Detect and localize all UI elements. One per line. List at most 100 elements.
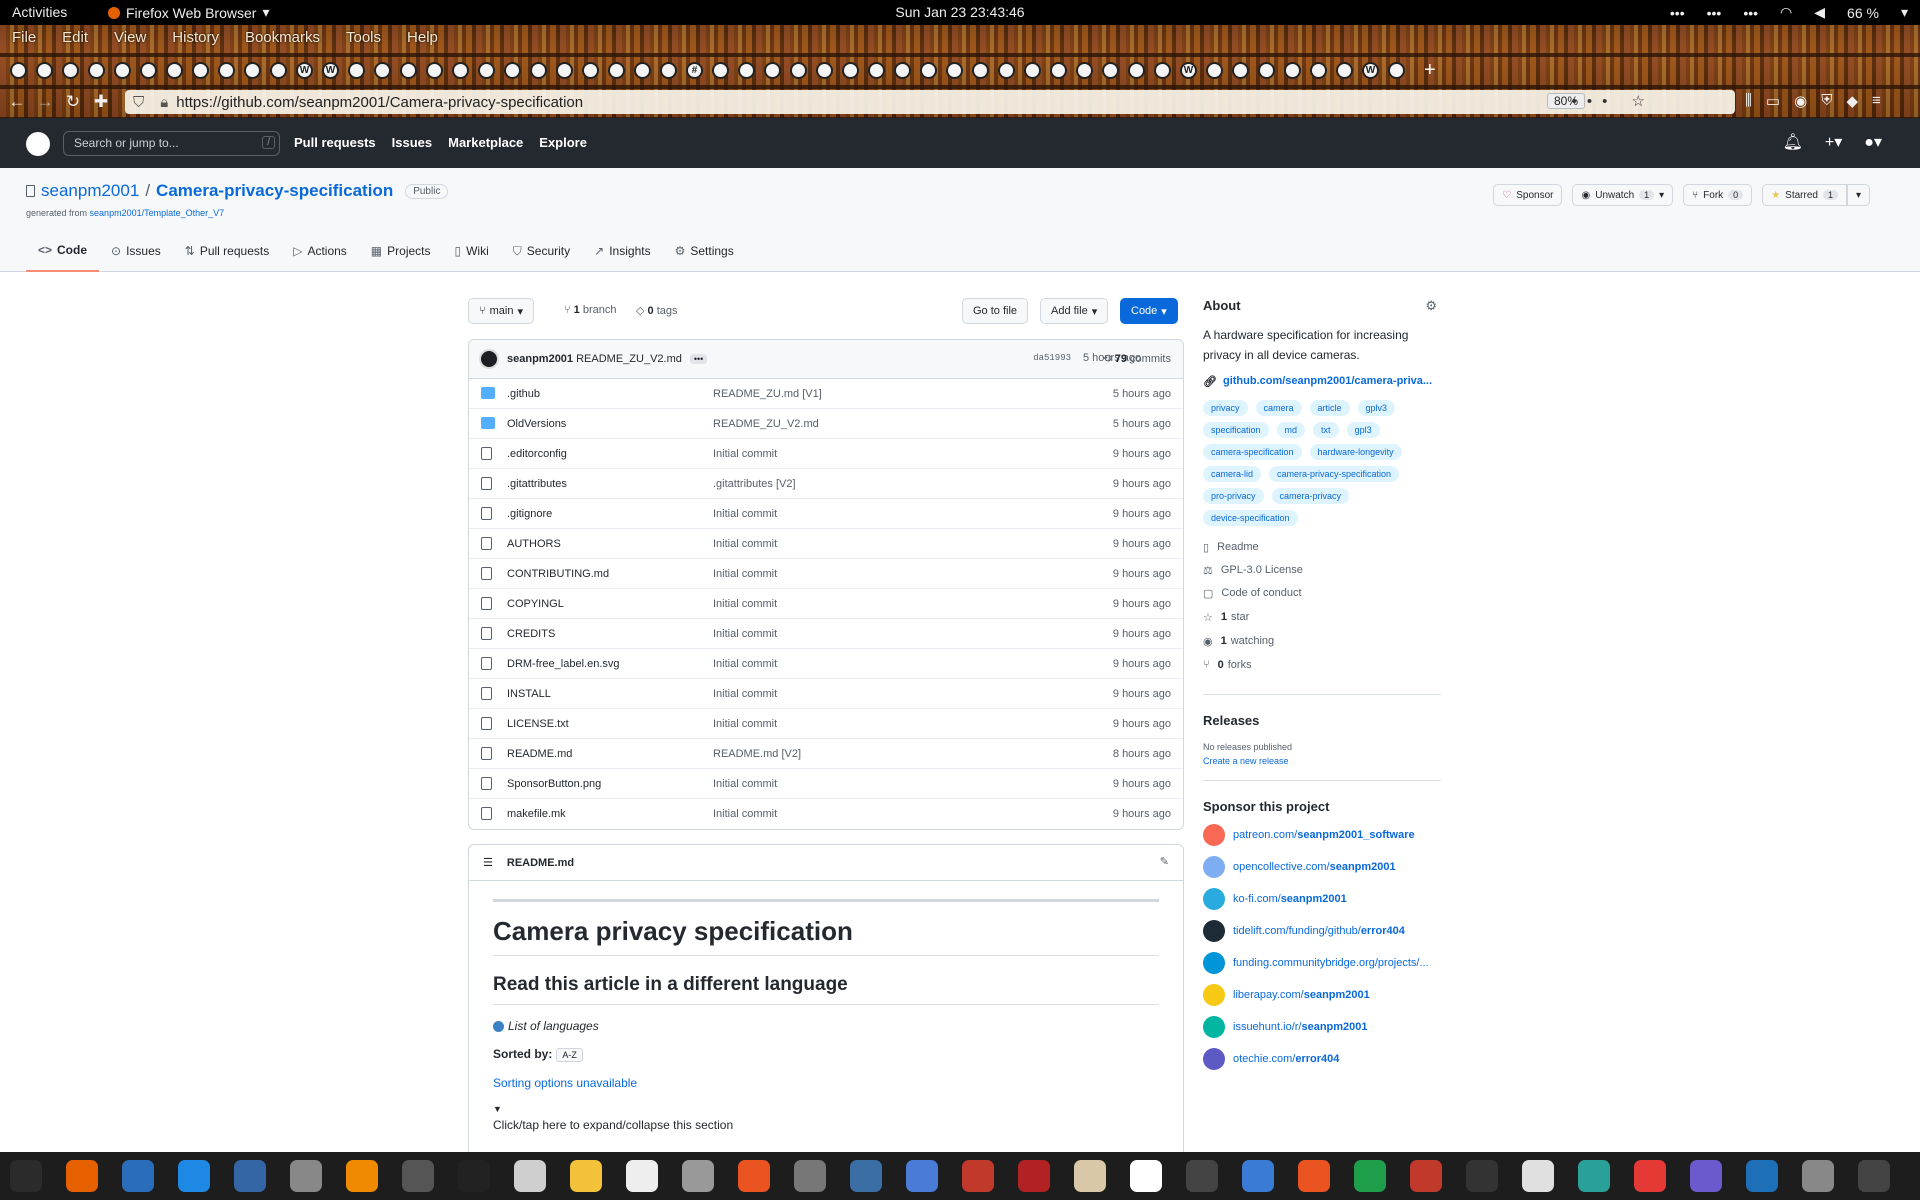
fork-button[interactable]: ⑂ Fork 0	[1683, 184, 1753, 206]
table-row[interactable]: DRM-free_label.en.svg Initial commit 9 hou…	[469, 649, 1183, 679]
file-commit-message[interactable]: Initial commit	[713, 448, 777, 460]
browser-tab-favicon-icon[interactable]	[166, 61, 183, 79]
nav-marketplace[interactable]: Marketplace	[448, 135, 523, 150]
browser-tab-favicon-icon[interactable]	[1388, 61, 1405, 79]
add-file-button[interactable]: Add file ▾	[1040, 298, 1109, 324]
browser-tab-favicon-icon[interactable]	[1258, 61, 1275, 79]
browser-tab-favicon-icon[interactable]	[140, 61, 157, 79]
sponsor-link[interactable]: liberapay.com/seanpm2001	[1203, 984, 1441, 1006]
browser-tab-favicon-icon[interactable]: W	[1362, 61, 1379, 79]
system-monitor-icon[interactable]	[10, 1160, 42, 1192]
browser-tab-favicon-icon[interactable]	[114, 61, 131, 79]
table-row[interactable]: .editorconfig Initial commit 9 hours ago	[469, 439, 1183, 469]
firefox-icon[interactable]	[66, 1160, 98, 1192]
table-row[interactable]: CREDITS Initial commit 9 hours ago	[469, 619, 1183, 649]
browser-tab-favicon-icon[interactable]	[400, 61, 417, 79]
file-name[interactable]: OldVersions	[507, 418, 566, 430]
url-text[interactable]: https://github.com/seanpm2001/Camera-pri…	[176, 94, 583, 111]
browser-tab-favicon-icon[interactable]	[764, 61, 781, 79]
topic-tag[interactable]: camera	[1255, 400, 1302, 416]
nav-issues[interactable]: Issues	[392, 135, 432, 150]
library-icon[interactable]: ⫼	[1745, 92, 1752, 110]
browser-tab-favicon-icon[interactable]	[1206, 61, 1223, 79]
readme-link[interactable]: ▯ Readme	[1203, 540, 1441, 554]
sorting-options-link[interactable]: Sorting options unavailable	[493, 1076, 1159, 1090]
browser-tab-favicon-icon[interactable]	[1024, 61, 1041, 79]
file-name[interactable]: makefile.mk	[507, 808, 566, 820]
file-commit-message[interactable]: Initial commit	[713, 778, 777, 790]
app-grid-icon[interactable]	[1858, 1160, 1890, 1192]
tab-insights[interactable]: ↗ Insights	[582, 230, 662, 272]
sponsor-link[interactable]: patreon.com/seanpm2001_software	[1203, 824, 1441, 846]
browser-tab-favicon-icon[interactable]	[270, 61, 287, 79]
sponsor-link[interactable]: otechie.com/error404	[1203, 1048, 1441, 1070]
sponsor-link[interactable]: funding.communitybridge.org/projects/...	[1203, 952, 1441, 974]
archive-icon[interactable]	[1074, 1160, 1106, 1192]
commits-link[interactable]: ⟲ 79 commits	[1102, 352, 1171, 365]
sponsor-link[interactable]: ko-fi.com/seanpm2001	[1203, 888, 1441, 910]
file-name[interactable]: DRM-free_label.en.svg	[507, 658, 620, 670]
extension-icon[interactable]: ✚	[90, 91, 112, 113]
lock-icon[interactable]: 🔒︎	[160, 94, 168, 111]
github-logo-icon[interactable]	[26, 132, 50, 156]
browser-tab-favicon-icon[interactable]	[244, 61, 261, 79]
file-name[interactable]: CREDITS	[507, 628, 555, 640]
file-name[interactable]: .editorconfig	[507, 448, 567, 460]
nav-explore[interactable]: Explore	[539, 135, 587, 150]
topic-tag[interactable]: txt	[1313, 422, 1339, 438]
browser-tab-favicon-icon[interactable]	[738, 61, 755, 79]
browser-tab-favicon-icon[interactable]	[556, 61, 573, 79]
url-bar[interactable]: ⛉ 🔒︎ https://github.com/seanpm2001/Camer…	[125, 90, 1735, 114]
expand-section-text[interactable]: Click/tap here to expand/collapse this s…	[493, 1118, 1159, 1132]
menu-edit[interactable]: Edit	[62, 29, 88, 49]
releases-heading[interactable]: Releases	[1203, 713, 1441, 728]
software-center-icon[interactable]	[738, 1160, 770, 1192]
character-map-icon[interactable]	[1130, 1160, 1162, 1192]
tab-projects[interactable]: ▦ Projects	[359, 230, 443, 272]
tab-security[interactable]: ⛉ Security	[501, 230, 582, 272]
text-editor-icon[interactable]	[234, 1160, 266, 1192]
file-commit-message[interactable]: Initial commit	[713, 688, 777, 700]
browser-tab-favicon-icon[interactable]	[530, 61, 547, 79]
tab-issues[interactable]: ⊙ Issues	[99, 230, 173, 272]
topic-tag[interactable]: camera-privacy	[1271, 488, 1350, 504]
calculator-icon[interactable]	[570, 1160, 602, 1192]
document-viewer-icon[interactable]	[1018, 1160, 1050, 1192]
account-icon[interactable]: ◉	[1794, 92, 1807, 110]
topic-tag[interactable]: privacy	[1203, 400, 1248, 416]
tab-code[interactable]: <> Code	[26, 230, 100, 272]
file-commit-message[interactable]: Initial commit	[713, 628, 777, 640]
tab-strip[interactable]: W W # W W +	[10, 58, 1870, 82]
topic-tag[interactable]: gpl3	[1346, 422, 1380, 438]
browser-tab-favicon-icon[interactable]	[452, 61, 469, 79]
file-commit-message[interactable]: Initial commit	[713, 658, 777, 670]
file-name[interactable]: README.md	[507, 748, 572, 760]
settings-icon[interactable]	[290, 1160, 322, 1192]
shield-icon[interactable]: ⛉	[133, 94, 144, 111]
branches-link[interactable]: ⑂ 1 branch	[564, 304, 616, 316]
file-name[interactable]: COPYINGL	[507, 598, 564, 610]
browser-tab-favicon-icon[interactable]	[660, 61, 677, 79]
file-commit-message[interactable]: Initial commit	[713, 508, 777, 520]
browser-tab-favicon-icon[interactable]	[946, 61, 963, 79]
browser-tab-favicon-icon[interactable]	[998, 61, 1015, 79]
browser-tab-favicon-icon[interactable]	[192, 61, 209, 79]
commit-author[interactable]: seanpm2001	[507, 353, 573, 365]
table-row[interactable]: LICENSE.txt Initial commit 9 hours ago	[469, 709, 1183, 739]
create-new-icon[interactable]: +▾	[1825, 132, 1842, 152]
topic-tag[interactable]: camera-privacy-specification	[1269, 466, 1400, 482]
menu-view[interactable]: View	[114, 29, 146, 49]
browser-tab-favicon-icon[interactable]	[842, 61, 859, 79]
gimp-icon[interactable]	[402, 1160, 434, 1192]
unwatch-button[interactable]: ◉ Unwatch 1 ▾	[1572, 184, 1674, 206]
browser-tab-favicon-icon[interactable]	[582, 61, 599, 79]
music-icon[interactable]	[1522, 1160, 1554, 1192]
list-icon[interactable]: ☰	[483, 856, 493, 869]
reload-icon[interactable]: ↻	[62, 91, 84, 113]
table-row[interactable]: makefile.mk Initial commit 9 hours ago	[469, 799, 1183, 829]
topic-tag[interactable]: camera-lid	[1203, 466, 1262, 482]
browser-tab-favicon-icon[interactable]	[504, 61, 521, 79]
browser-tab-favicon-icon[interactable]	[1128, 61, 1145, 79]
file-commit-message[interactable]: README.md [V2]	[713, 748, 801, 760]
menu-tools[interactable]: Tools	[346, 29, 381, 49]
